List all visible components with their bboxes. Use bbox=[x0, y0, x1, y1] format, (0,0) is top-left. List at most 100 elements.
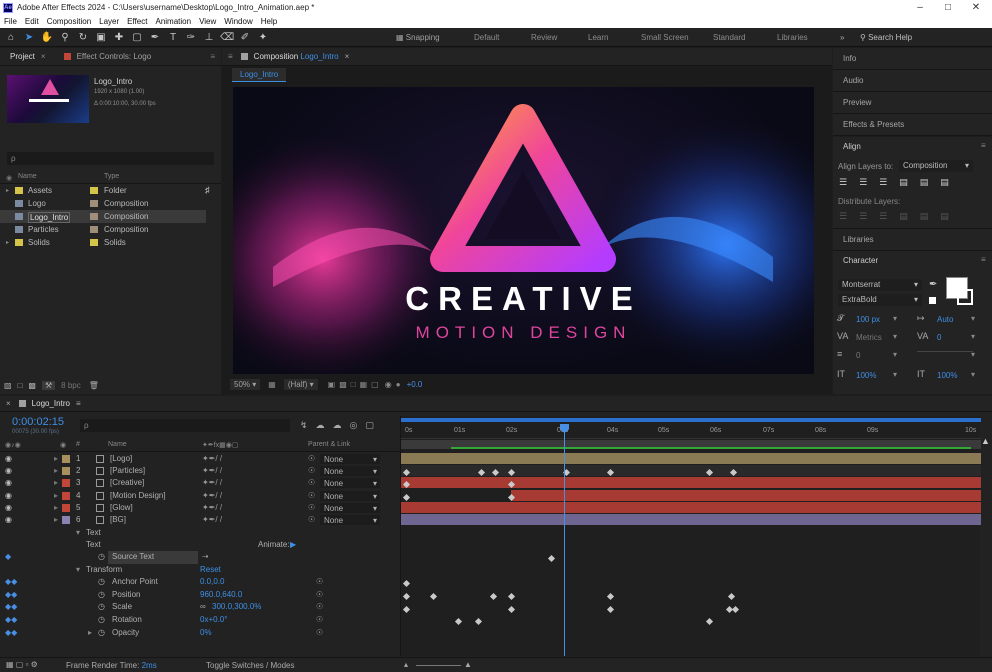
parent-pickwhip-icon[interactable]: ☉ bbox=[316, 589, 323, 602]
parent-dropdown[interactable]: None ▾ bbox=[320, 466, 380, 477]
align-left-icon[interactable]: ☰ bbox=[839, 177, 847, 188]
scale-row[interactable]: ◆◆ ◷ Scale ∞ 300.0,300.0% ☉ bbox=[0, 601, 400, 614]
column-parent-link[interactable]: Parent & Link bbox=[308, 441, 350, 448]
comp-subtab[interactable]: Logo_Intro bbox=[232, 68, 287, 82]
keyframe-nav-icon[interactable]: ◆◆ bbox=[5, 627, 17, 640]
keyframe-marker[interactable] bbox=[547, 554, 556, 563]
new-composition-icon[interactable]: ▩ bbox=[28, 381, 36, 390]
label-color-swatch[interactable] bbox=[62, 479, 70, 488]
playhead-line[interactable] bbox=[564, 424, 565, 656]
list-item[interactable]: ▸ Assets Folder ♯ bbox=[0, 184, 221, 197]
keyframe-nav-icon[interactable]: ◆◆ bbox=[5, 601, 17, 614]
menu-animation[interactable]: Animation bbox=[151, 17, 195, 26]
flowchart-icon[interactable]: ♯ bbox=[205, 185, 210, 195]
panel-preview[interactable]: Preview bbox=[833, 92, 992, 114]
leading-value[interactable]: Auto bbox=[937, 315, 953, 324]
transform-row[interactable]: ▾ Transform Reset bbox=[0, 564, 400, 577]
keyframe-nav-icon[interactable]: ◆◆ bbox=[5, 614, 17, 627]
keyframe-marker[interactable] bbox=[606, 592, 615, 601]
label-color-swatch[interactable] bbox=[90, 239, 98, 246]
keyframe-marker[interactable] bbox=[474, 617, 483, 626]
workspace-small-screen[interactable]: Small Screen bbox=[641, 28, 689, 47]
tab-project[interactable]: Project bbox=[10, 52, 35, 61]
clone-stamp-tool-icon[interactable]: ⊥ bbox=[202, 30, 216, 44]
time-ruler[interactable]: 0s 01s 02s 03s 04s 05s 06s 07s 08s 09s 1… bbox=[401, 425, 981, 439]
panel-menu-icon[interactable]: ≡ bbox=[228, 52, 233, 61]
snapshot-icon[interactable]: ◉ bbox=[385, 380, 392, 389]
stroke-style-field[interactable] bbox=[917, 351, 973, 352]
layer-duration-bar[interactable] bbox=[401, 514, 981, 525]
keyframe-nav-icon[interactable]: ◆◆ bbox=[5, 589, 17, 602]
baseline-value[interactable]: 0 bbox=[856, 351, 860, 360]
parent-pickwhip-icon[interactable]: ☉ bbox=[316, 601, 323, 614]
label-color-swatch[interactable] bbox=[62, 503, 70, 512]
stopwatch-icon[interactable]: ◷ bbox=[98, 551, 105, 564]
menu-view[interactable]: View bbox=[195, 17, 220, 26]
expand-arrow-icon[interactable]: ▸ bbox=[54, 514, 58, 527]
stroke-color-swatch[interactable] bbox=[957, 289, 973, 305]
visibility-eye-icon[interactable]: ◉ bbox=[5, 453, 12, 466]
scale-value[interactable]: 300.0,300.0% bbox=[212, 601, 261, 614]
collapse-arrow-icon[interactable]: ▾ bbox=[76, 527, 80, 540]
close-tab-icon[interactable]: × bbox=[345, 52, 350, 61]
keyframe-marker[interactable] bbox=[727, 592, 736, 601]
parent-pickwhip-icon[interactable]: ☉ bbox=[316, 627, 323, 640]
workspace-learn[interactable]: Learn bbox=[588, 28, 608, 47]
text-sub-row[interactable]: Text Animate: ▶ bbox=[0, 539, 400, 552]
shy-layers-icon[interactable]: ☁ bbox=[333, 420, 342, 431]
visibility-eye-icon[interactable]: ◉ bbox=[5, 490, 12, 503]
roto-brush-tool-icon[interactable]: ✐ bbox=[238, 30, 252, 44]
stopwatch-icon[interactable]: ◷ bbox=[98, 589, 105, 602]
maximize-icon[interactable]: □ bbox=[934, 0, 962, 15]
graph-editor-icon[interactable]: ▢ bbox=[365, 420, 374, 431]
parent-pickwhip-icon[interactable]: ☉ bbox=[308, 477, 315, 490]
menu-edit[interactable]: Edit bbox=[21, 17, 43, 26]
label-color-swatch[interactable] bbox=[90, 187, 98, 194]
rotation-value[interactable]: 0x+0.0° bbox=[200, 614, 227, 627]
menu-effect[interactable]: Effect bbox=[123, 17, 151, 26]
font-size-dropdown-icon[interactable]: ▾ bbox=[893, 314, 897, 323]
panel-audio[interactable]: Audio bbox=[833, 70, 992, 92]
align-hcenter-icon[interactable]: ☰ bbox=[859, 177, 867, 188]
parent-dropdown[interactable]: None ▾ bbox=[320, 502, 380, 513]
parent-pickwhip-icon[interactable]: ☉ bbox=[316, 614, 323, 627]
constrain-proportions-icon[interactable]: ∞ bbox=[200, 601, 206, 614]
motion-blur-icon[interactable]: ◎ bbox=[350, 420, 358, 431]
workspace-standard[interactable]: Standard bbox=[713, 28, 745, 47]
label-color-swatch[interactable] bbox=[62, 491, 70, 500]
draft-3d-icon[interactable]: ☁ bbox=[316, 420, 325, 431]
toggle-switches-modes-button[interactable]: Toggle Switches / Modes bbox=[206, 661, 295, 670]
position-value[interactable]: 960.0,640.0 bbox=[200, 589, 242, 602]
3d-view-icon[interactable]: ▢ bbox=[371, 380, 379, 389]
layer-switches-icons[interactable]: ✦✒/ / bbox=[202, 502, 222, 515]
panel-info[interactable]: Info bbox=[833, 48, 992, 70]
label-color-swatch[interactable] bbox=[62, 455, 70, 463]
parent-pickwhip-icon[interactable]: ☉ bbox=[316, 576, 323, 589]
expand-arrow-icon[interactable]: ▸ bbox=[54, 502, 58, 515]
zoom-dropdown[interactable]: 50% ▾ bbox=[230, 378, 261, 390]
list-item[interactable]: Logo Composition bbox=[0, 197, 221, 210]
keyframe-marker[interactable] bbox=[402, 579, 411, 588]
expand-arrow-icon[interactable]: ▸ bbox=[54, 477, 58, 490]
timecode-display[interactable]: 0:00:02:15 bbox=[12, 416, 64, 428]
font-size-value[interactable]: 100 px bbox=[856, 315, 880, 324]
tab-effect-controls[interactable]: Effect Controls: Logo bbox=[77, 52, 152, 61]
vertical-scale-dropdown-icon[interactable]: ▾ bbox=[893, 370, 897, 379]
project-settings-icon[interactable]: ⚒ bbox=[41, 380, 56, 390]
parent-dropdown[interactable]: None ▾ bbox=[320, 454, 380, 464]
stopwatch-icon[interactable]: ◷ bbox=[98, 601, 105, 614]
work-area-bar[interactable] bbox=[401, 418, 981, 422]
timeline-graph-area[interactable]: 0s 01s 02s 03s 04s 05s 06s 07s 08s 09s 1… bbox=[400, 416, 981, 656]
parent-dropdown[interactable]: None ▾ bbox=[320, 478, 380, 489]
layer-row[interactable]: ◉ ▸ 6 [BG] ✦✒/ / ☉ None ▾ bbox=[0, 514, 400, 527]
expand-arrow-icon[interactable]: ▸ bbox=[6, 187, 9, 194]
keyframe-marker[interactable] bbox=[705, 617, 714, 626]
align-top-icon[interactable]: ▤ bbox=[899, 177, 908, 188]
interpret-footage-icon[interactable]: ▧ bbox=[4, 381, 12, 390]
selection-tool-icon[interactable]: ➤ bbox=[22, 30, 36, 44]
layer-switches-icons[interactable]: ✦✒/ / bbox=[202, 514, 222, 527]
timeline-comp-tab[interactable]: Logo_Intro bbox=[32, 399, 70, 408]
rotation-tool-icon[interactable]: ↻ bbox=[76, 30, 90, 44]
zoom-out-icon[interactable]: ▴ bbox=[404, 660, 408, 669]
expand-arrow-icon[interactable]: ▸ bbox=[54, 453, 58, 466]
